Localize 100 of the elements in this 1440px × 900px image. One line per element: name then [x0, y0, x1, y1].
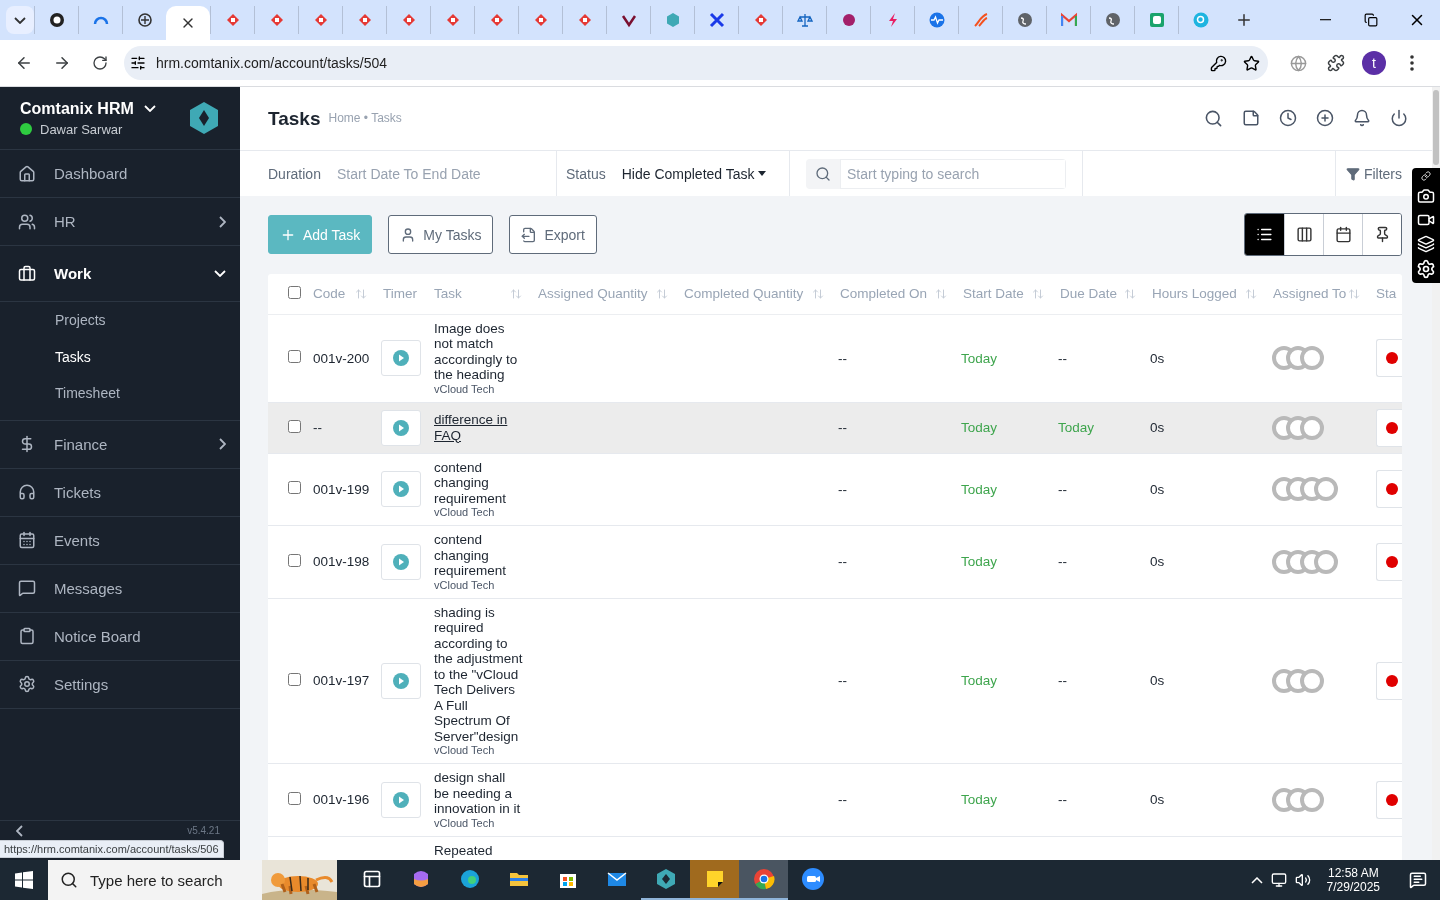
camera-icon[interactable]	[1417, 187, 1435, 205]
profile-avatar[interactable]: t	[1362, 51, 1386, 75]
cross-icon	[708, 12, 725, 28]
network-icon[interactable]	[1270, 872, 1287, 888]
forward-icon	[53, 54, 71, 72]
menu-icon	[1410, 55, 1414, 71]
timer-button[interactable]	[381, 340, 421, 376]
timer-button[interactable]	[381, 409, 421, 446]
clock-button[interactable]: 12:58 AM 7/29/2025	[1318, 866, 1388, 894]
action-button[interactable]: My Tasks	[388, 215, 494, 254]
puzzle-icon	[1327, 54, 1345, 72]
chevron-down-icon[interactable]	[143, 105, 156, 112]
collapse-icon[interactable]	[16, 824, 23, 837]
table-cell: --	[838, 792, 847, 808]
row-checkbox[interactable]	[288, 481, 301, 495]
status-button[interactable]	[1376, 542, 1402, 581]
table-cell: --	[1058, 792, 1067, 808]
view-toggle[interactable]	[1284, 214, 1323, 255]
note-icon[interactable]	[1242, 109, 1260, 127]
action-button[interactable]: Export	[509, 215, 597, 254]
status-button[interactable]	[1376, 470, 1402, 509]
table-cell: Today	[961, 481, 998, 497]
task-link[interactable]: contend changing requirement	[434, 459, 524, 506]
volume-icon[interactable]	[1294, 872, 1311, 888]
view-toggle[interactable]	[1245, 214, 1284, 255]
page-title: Tasks	[268, 107, 321, 130]
timer-button[interactable]	[381, 781, 421, 818]
link-icon[interactable]	[1421, 171, 1431, 181]
back-icon	[15, 54, 33, 72]
play-icon	[393, 481, 409, 498]
row-checkbox[interactable]	[288, 672, 301, 686]
task-link[interactable]: shading is required according to the adjustment to the "vCloud Tech Delivers A Full Spectrum Of Server"design	[434, 604, 524, 744]
globe-icon	[1016, 12, 1033, 28]
bell-icon[interactable]	[1353, 109, 1371, 127]
duration-label: Duration	[268, 165, 321, 182]
task-link[interactable]: contend changing requirement	[434, 532, 524, 579]
row-checkbox[interactable]	[288, 791, 301, 805]
search-field[interactable]: Start typing to search	[806, 158, 1066, 189]
task-link[interactable]: design shall be needing a innovation in it	[434, 770, 524, 817]
table-cell: --	[313, 420, 322, 435]
logo-icon	[188, 101, 220, 135]
timer-button[interactable]	[381, 662, 421, 699]
status-button[interactable]	[1376, 661, 1402, 700]
filters-button[interactable]: Filters	[1334, 151, 1402, 196]
timer-button[interactable]	[381, 471, 421, 508]
layers-icon[interactable]	[1417, 235, 1435, 253]
home-icon	[18, 164, 36, 183]
row-checkbox[interactable]	[288, 419, 301, 433]
task-link[interactable]: Repeated	[434, 842, 524, 858]
filter-icon	[1345, 166, 1360, 181]
row-checkbox[interactable]	[288, 350, 301, 363]
status-button[interactable]	[1376, 339, 1402, 377]
status-button[interactable]	[1376, 780, 1402, 819]
settings-icon[interactable]	[1416, 259, 1436, 279]
clock-icon[interactable]	[1279, 109, 1297, 127]
column-header: Timer	[375, 274, 430, 314]
search-icon	[60, 871, 78, 889]
select-all-checkbox[interactable]	[288, 285, 301, 299]
notifications-icon[interactable]	[1409, 871, 1427, 889]
breadcrumb: Home • Tasks	[328, 110, 402, 125]
row-checkbox[interactable]	[288, 553, 301, 567]
hexagon-icon	[664, 12, 681, 28]
table-cell: 001v-199	[313, 481, 370, 497]
project-name: vCloud Tech	[434, 382, 496, 396]
power-icon[interactable]	[1390, 109, 1408, 127]
search-icon[interactable]	[1204, 109, 1223, 128]
table-cell: --	[838, 420, 847, 435]
view-toggle[interactable]	[1362, 214, 1401, 255]
sidebar-subitem[interactable]: Tasks	[55, 348, 91, 365]
chevron-up-icon[interactable]	[1250, 876, 1263, 884]
settings-icon	[18, 675, 36, 693]
brand-name: Comtanix HRM	[20, 99, 134, 118]
project-name: vCloud Tech	[434, 506, 496, 519]
user-name: Dawar Sarwar	[40, 121, 123, 137]
sidebar-subitem[interactable]: Projects	[55, 312, 106, 329]
ball-icon	[840, 12, 857, 28]
table-cell: 0s	[1150, 673, 1165, 689]
timer-button[interactable]	[381, 543, 421, 580]
message-icon	[18, 579, 36, 597]
address-bar[interactable]: hrm.comtanix.com/account/tasks/504	[124, 46, 1268, 80]
status-dropdown[interactable]: Hide Completed Task	[621, 165, 766, 182]
table-cell: 0s	[1150, 481, 1165, 497]
table-cell: 0s	[1150, 420, 1165, 435]
table-cell: --	[838, 554, 847, 570]
key-icon[interactable]	[1210, 54, 1227, 72]
play-icon	[393, 553, 409, 570]
table-cell: --	[838, 481, 847, 497]
view-toggle[interactable]	[1323, 214, 1362, 255]
task-link[interactable]: difference in FAQ	[434, 412, 524, 443]
sidebar-subitem[interactable]: Timesheet	[55, 385, 120, 402]
star-icon[interactable]	[1243, 54, 1260, 72]
tab-search-button[interactable]	[6, 6, 34, 34]
add-icon[interactable]	[1316, 109, 1334, 127]
tune-icon[interactable]	[130, 55, 146, 71]
table-cell: --	[838, 350, 847, 366]
briefcase-icon	[18, 264, 36, 283]
task-link[interactable]: Image does not match accordingly to the heading	[434, 320, 524, 383]
video-call-icon	[800, 867, 825, 891]
table-cell: Today	[961, 350, 998, 366]
status-button[interactable]	[1376, 408, 1402, 447]
